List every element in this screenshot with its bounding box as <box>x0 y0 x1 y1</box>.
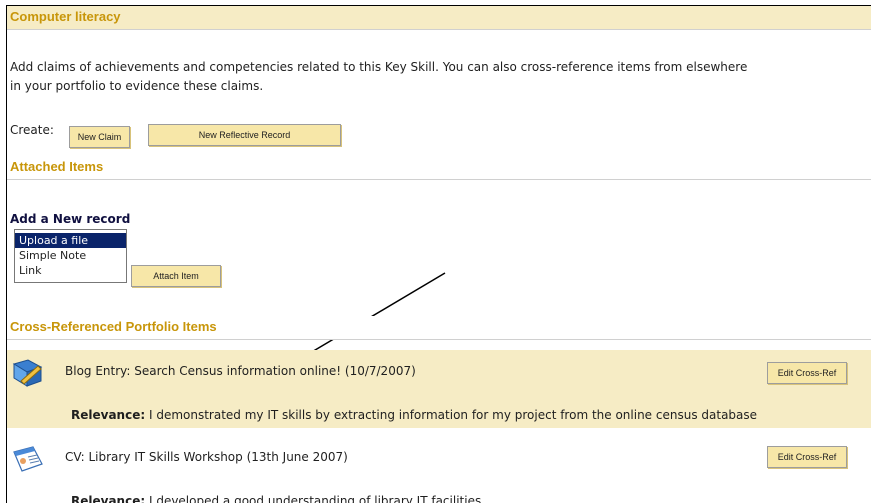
cv-document-icon <box>11 444 45 474</box>
relevance-text: Relevance: I developed a good understand… <box>71 494 481 503</box>
edit-cross-ref-button[interactable]: Edit Cross-Ref <box>767 362 847 384</box>
section-header-cross-referenced: Cross-Referenced Portfolio Items <box>7 316 871 340</box>
cross-ref-item: CV: Library IT Skills Workshop (13th Jun… <box>7 438 871 503</box>
relevance-text: Relevance: I demonstrated my IT skills b… <box>71 408 757 422</box>
relevance-value: I developed a good understanding of libr… <box>145 494 482 503</box>
relevance-label: Relevance: <box>71 494 146 503</box>
item-title-link[interactable]: CV: Library IT Skills Workshop (13th Jun… <box>65 450 348 464</box>
relevance-value: I demonstrated my IT skills by extractin… <box>145 408 758 422</box>
item-title-link[interactable]: Blog Entry: Search Census information on… <box>65 364 416 378</box>
edit-cross-ref-button[interactable]: Edit Cross-Ref <box>767 446 847 468</box>
cross-ref-item: Blog Entry: Search Census information on… <box>7 350 871 428</box>
relevance-label: Relevance: <box>71 408 146 422</box>
portfolio-panel: Computer literacy Add claims of achievem… <box>6 5 871 503</box>
blog-entry-icon <box>11 358 45 388</box>
annotation-arrow <box>293 272 446 363</box>
